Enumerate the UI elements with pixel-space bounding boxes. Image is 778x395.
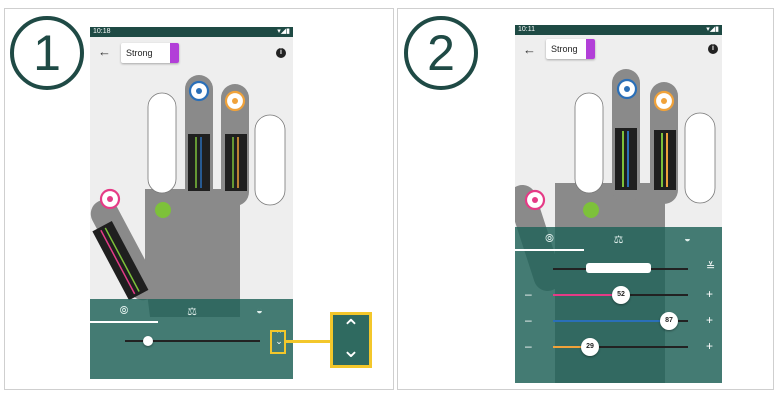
orange-plus-button[interactable]: + (706, 339, 713, 353)
index-strip (225, 134, 247, 191)
tab-bar: ⦾ ⚖ ◒ (90, 299, 293, 323)
middle-strip (615, 128, 637, 190)
blue-slider[interactable]: – 87 + (515, 311, 722, 331)
pink-plus-button[interactable]: + (706, 287, 713, 301)
single-slider[interactable] (90, 331, 293, 351)
chevron-down-icon: ⌄ (341, 337, 361, 362)
middle-strip (188, 134, 210, 191)
collapse-icon[interactable]: ≚ (706, 260, 715, 273)
step-2-badge: 2 (404, 16, 478, 90)
tab-foot-icon[interactable]: ◒ (226, 299, 293, 323)
chevron-up-icon: ⌃ (341, 315, 361, 340)
phone-screen-2: 10:11 ▾◢▮ ← Strong i ⦾ ⚖ ◒ ≚ – 52 + – 87… (515, 25, 722, 383)
orange-slider[interactable]: – 29 + (515, 337, 722, 357)
master-value-pill[interactable] (586, 263, 651, 273)
little-finger (574, 92, 604, 194)
ring-finger-outline (254, 114, 286, 206)
index-strip (654, 130, 676, 190)
tab-weight-icon[interactable]: ⚖ (584, 227, 653, 251)
pink-slider[interactable]: – 52 + (515, 285, 722, 305)
callout-connector (285, 340, 330, 343)
stepper-zoom-callout: ⌃ ⌄ (330, 312, 372, 368)
slider-thumb[interactable] (143, 336, 153, 346)
step-1-badge: 1 (10, 16, 84, 90)
active-tab-indicator (90, 321, 158, 323)
orange-minus-button[interactable]: – (525, 339, 532, 353)
stepper-highlight (270, 330, 286, 354)
tab-finger-vibration-icon[interactable]: ⦾ (90, 299, 158, 323)
tab-finger-vibration-icon[interactable]: ⦾ (515, 227, 584, 251)
phone-screen-1: 10:18 ▾◢▮ ← Strong i ⦾ ⚖ ◒ ⌃ ⌄ (90, 27, 293, 379)
active-tab-indicator (515, 249, 584, 251)
pink-slider-thumb[interactable]: 52 (612, 286, 630, 304)
blue-slider-thumb[interactable]: 87 (660, 312, 678, 330)
control-panel: ⦾ ⚖ ◒ ≚ – 52 + – 87 + – 29 + (515, 227, 722, 383)
blue-minus-button[interactable]: – (525, 313, 532, 327)
little-finger (147, 92, 177, 194)
master-slider-row: ≚ (515, 259, 722, 279)
tab-foot-icon[interactable]: ◒ (653, 227, 722, 251)
tab-weight-icon[interactable]: ⚖ (158, 299, 226, 323)
orange-slider-thumb[interactable]: 29 (581, 338, 599, 356)
blue-plus-button[interactable]: + (706, 313, 713, 327)
tab-bar: ⦾ ⚖ ◒ (515, 227, 722, 251)
control-panel: ⦾ ⚖ ◒ ⌃ ⌄ (90, 299, 293, 379)
palm-green-dot (155, 202, 171, 218)
palm-green-dot (583, 202, 599, 218)
pink-minus-button[interactable]: – (525, 287, 532, 301)
ring-finger-outline (684, 112, 716, 204)
